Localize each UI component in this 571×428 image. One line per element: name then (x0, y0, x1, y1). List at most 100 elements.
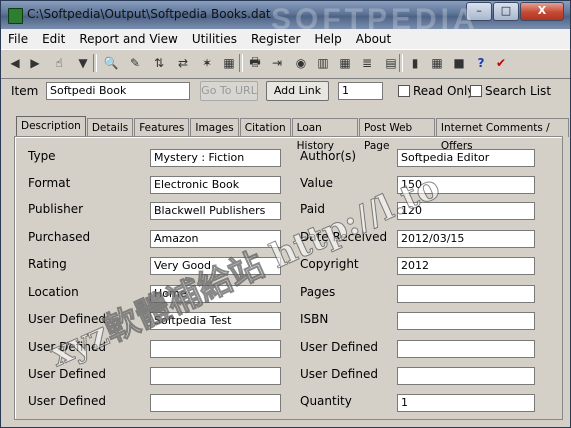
menu-report-and-view[interactable]: Report and View (72, 32, 184, 46)
right-field-label-6: ISBN (300, 312, 329, 326)
description-panel: Type Mystery : Fiction Author(s) Softpedia … (14, 136, 563, 420)
right-field-input-3[interactable]: 2012/03/15 (397, 230, 535, 248)
title-bar[interactable]: C:\Softpedia\Output\Softpedia Books.dat … (1, 1, 570, 29)
check-icon[interactable]: ✔ (491, 53, 511, 73)
right-field-input-5[interactable] (397, 285, 535, 303)
add-link-button[interactable]: Add Link (266, 81, 329, 101)
chart-icon[interactable]: ▥ (313, 53, 333, 73)
tab-citation[interactable]: Citation (239, 118, 291, 137)
left-field-label-8: User Defined (28, 367, 106, 381)
search-list-checkbox[interactable] (470, 85, 482, 97)
right-field-label-3: Date Received (300, 230, 388, 244)
left-field-input-6[interactable]: Softpedia Test (150, 312, 281, 330)
sort-icon[interactable]: ⇅ (149, 53, 169, 73)
list-icon[interactable]: ≣ (357, 53, 377, 73)
report-icon[interactable]: ▤ (381, 53, 401, 73)
calculator-icon[interactable]: ▮ (405, 53, 425, 73)
table-icon[interactable]: ▦ (335, 53, 355, 73)
record-number-input[interactable]: 1 (338, 82, 383, 100)
database-icon[interactable]: ▦ (219, 53, 239, 73)
menu-edit[interactable]: Edit (35, 32, 72, 46)
read-only-label: Read Only (413, 84, 475, 98)
right-field-label-7: User Defined (300, 340, 378, 354)
right-field-label-2: Paid (300, 202, 326, 216)
right-field-input-6[interactable] (397, 312, 535, 330)
first-record-icon[interactable]: ◀ (5, 53, 25, 73)
right-field-label-0: Author(s) (300, 149, 357, 163)
left-field-label-6: User Defined (28, 312, 106, 326)
right-field-label-4: Copyright (300, 257, 359, 271)
export-icon[interactable]: ⇥ (267, 53, 287, 73)
find-icon[interactable]: 🔍 (101, 53, 121, 73)
item-name-input[interactable]: Softpedi Book (46, 82, 190, 100)
magic-icon[interactable]: ✶ (197, 53, 217, 73)
tab-internet-comments-offers[interactable]: Internet Comments / Offers (435, 118, 569, 152)
left-field-label-9: User Defined (28, 394, 106, 408)
left-field-input-0[interactable]: Mystery : Fiction (150, 149, 281, 167)
go-to-url-button[interactable]: Go To URL (200, 81, 258, 101)
menu-about[interactable]: About (349, 32, 398, 46)
right-field-label-8: User Defined (300, 367, 378, 381)
left-field-label-3: Purchased (28, 230, 91, 244)
toolbar-separator (93, 54, 97, 72)
left-field-label-5: Location (28, 285, 79, 299)
right-field-label-1: Value (300, 176, 333, 190)
book-icon[interactable]: ▼ (73, 53, 93, 73)
right-field-input-2[interactable]: 120 (397, 202, 535, 220)
right-field-input-7[interactable] (397, 340, 535, 358)
left-field-label-0: Type (28, 149, 56, 163)
menu-utilities[interactable]: Utilities (185, 32, 244, 46)
left-field-input-4[interactable]: Very Good (150, 257, 281, 275)
application-window: C:\Softpedia\Output\Softpedia Books.dat … (0, 0, 571, 428)
toolbar: ◀ ▶ ☝ ▼ 🔍 ✎ ⇅ ⇄ ✶ ▦ 🖶 ⇥ ◉ ▥ ▦ ≣ ▤ ▮ ▦ ■? ✔ (1, 49, 570, 79)
right-field-input-0[interactable]: Softpedia Editor (397, 149, 535, 167)
left-field-label-1: Format (28, 176, 71, 190)
app-book-icon (8, 8, 23, 24)
read-only-checkbox[interactable] (398, 85, 410, 97)
maximize-button[interactable]: □ (493, 2, 519, 21)
right-field-input-9[interactable]: 1 (397, 394, 535, 412)
right-field-label-9: Quantity (300, 394, 352, 408)
left-field-input-2[interactable]: Blackwell Publishers (150, 202, 281, 220)
item-label: Item (11, 84, 39, 98)
window-title: C:\Softpedia\Output\Softpedia Books.dat (27, 7, 271, 21)
tab-details[interactable]: Details (86, 118, 134, 137)
tab-post-web-page[interactable]: Post Web Page (359, 118, 435, 152)
print-icon[interactable]: 🖶 (245, 53, 265, 73)
swap-icon[interactable]: ⇄ (173, 53, 193, 73)
search-list-label: Search List (485, 84, 552, 98)
left-field-input-7[interactable] (150, 340, 281, 358)
left-field-input-8[interactable] (150, 367, 281, 385)
right-field-input-1[interactable]: 150 (397, 176, 535, 194)
prev-record-icon[interactable]: ▶ (25, 53, 45, 73)
left-field-label-4: Rating (28, 257, 67, 271)
left-field-label-2: Publisher (28, 202, 84, 216)
left-field-input-9[interactable] (150, 394, 281, 412)
left-field-label-7: User Defined (28, 340, 106, 354)
menu-register[interactable]: Register (244, 32, 307, 46)
tab-features[interactable]: Features (134, 118, 190, 137)
tab-row: Description Details Features Images Citation… (16, 116, 570, 152)
right-field-input-4[interactable]: 2012 (397, 257, 535, 275)
menu-file[interactable]: File (1, 32, 35, 46)
edit-icon[interactable]: ✎ (125, 53, 145, 73)
tab-description[interactable]: Description (16, 116, 86, 137)
camera-icon[interactable]: ◉ (291, 53, 311, 73)
left-field-input-1[interactable]: Electronic Book (150, 176, 281, 194)
toolbar-separator (239, 54, 243, 72)
minimize-button[interactable]: – (466, 2, 492, 21)
menu-bar: File Edit Report and View Utilities Regi… (1, 29, 570, 49)
pointer-icon[interactable]: ☝ (49, 53, 69, 73)
close-button[interactable]: X (520, 2, 564, 21)
left-field-input-3[interactable]: Amazon (150, 230, 281, 248)
left-field-input-5[interactable]: Home (150, 285, 281, 303)
help-icon[interactable]: ? (471, 53, 491, 73)
menu-help[interactable]: Help (307, 32, 348, 46)
tab-loan-history[interactable]: Loan History (291, 118, 359, 152)
tab-images[interactable]: Images (190, 118, 239, 137)
right-field-input-8[interactable] (397, 367, 535, 385)
save-icon[interactable]: ■ (449, 53, 469, 73)
right-field-label-5: Pages (300, 285, 336, 299)
item-bar: Item Softpedi Book Go To URL Add Link 1 … (1, 78, 570, 104)
calendar-icon[interactable]: ▦ (427, 53, 447, 73)
